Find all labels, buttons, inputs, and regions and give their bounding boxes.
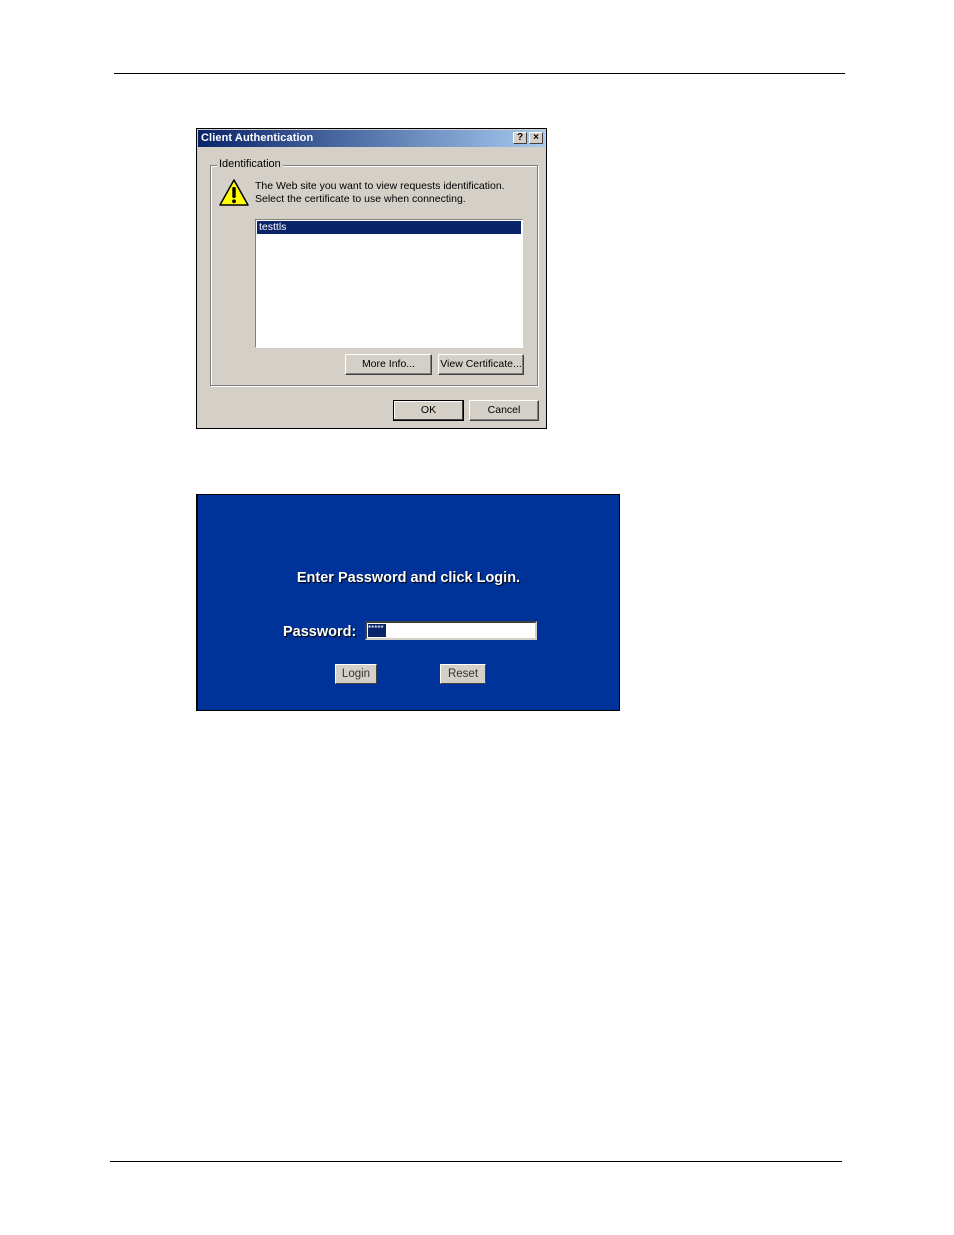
ok-button[interactable]: OK — [393, 400, 464, 421]
help-button[interactable]: ? — [513, 132, 527, 144]
prompt-line-1: The Web site you want to view requests i… — [255, 180, 505, 192]
header-rule — [114, 73, 845, 74]
password-input[interactable]: ***** — [365, 621, 537, 640]
identification-prompt: The Web site you want to view requests i… — [255, 180, 505, 205]
more-info-button[interactable]: More Info... — [345, 354, 432, 375]
footer-rule — [110, 1161, 842, 1162]
login-button[interactable]: Login — [335, 664, 377, 684]
password-value: ***** — [368, 624, 386, 637]
dialog-titlebar[interactable]: Client Authentication ? × — [198, 130, 545, 147]
client-authentication-dialog: Client Authentication ? × Identification… — [196, 128, 547, 429]
prompt-line-2: Select the certificate to use when conne… — [255, 192, 466, 205]
login-panel: Enter Password and click Login. Password… — [196, 494, 620, 711]
dialog-title: Client Authentication — [201, 132, 314, 144]
login-heading: Enter Password and click Login. — [296, 570, 521, 586]
certificate-list-item[interactable]: testtls — [257, 221, 521, 234]
identification-group-label: Identification — [217, 158, 283, 170]
certificate-list[interactable]: testtls — [255, 219, 523, 348]
view-certificate-button[interactable]: View Certificate... — [438, 354, 524, 375]
cancel-button[interactable]: Cancel — [469, 400, 539, 421]
reset-button[interactable]: Reset — [440, 664, 486, 684]
warning-icon — [219, 179, 249, 206]
close-button[interactable]: × — [529, 132, 543, 144]
password-label: Password: — [283, 624, 357, 640]
